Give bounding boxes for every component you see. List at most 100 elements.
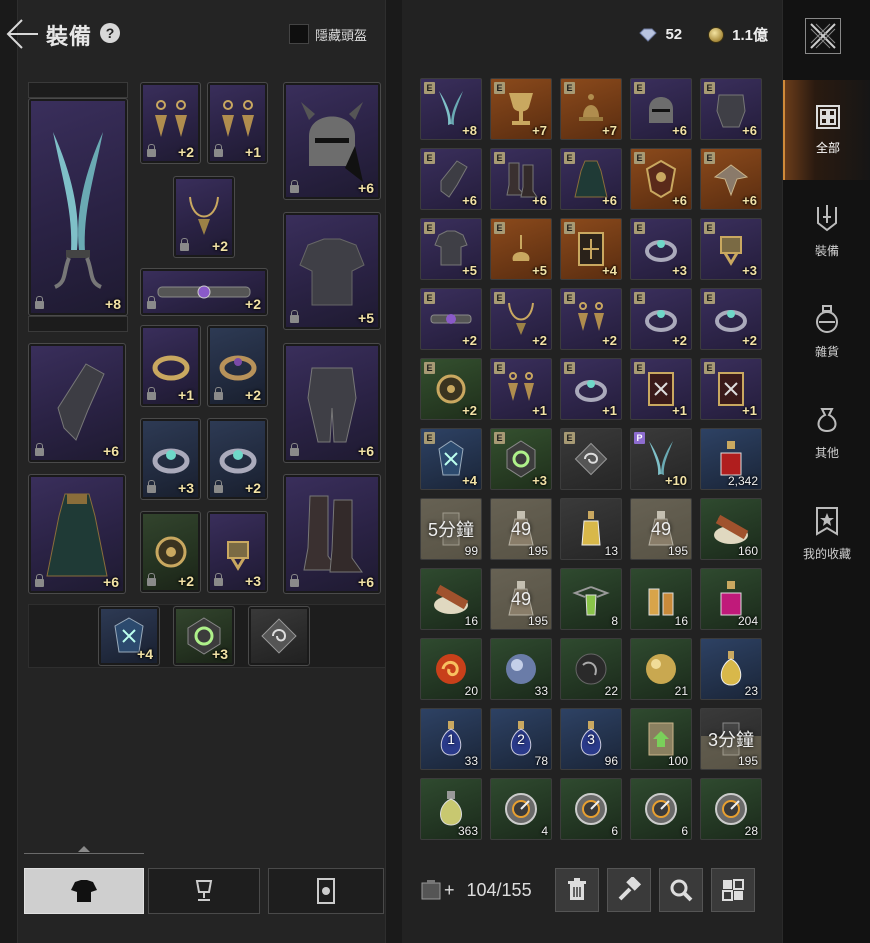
relic-slot-1[interactable]: +4 xyxy=(98,606,160,666)
inventory-slot[interactable]: E +6 xyxy=(560,148,622,210)
inventory-slot[interactable]: 16 xyxy=(420,568,482,630)
inventory-slot[interactable]: E +2 xyxy=(630,288,692,350)
rune-1-level: +2 xyxy=(178,573,194,589)
inventory-slot[interactable]: E +2 xyxy=(490,288,552,350)
inventory-slot[interactable]: E xyxy=(560,428,622,490)
inventory-slot[interactable]: E +8 xyxy=(420,78,482,140)
inventory-slot[interactable]: 4 xyxy=(490,778,552,840)
inventory-slot[interactable]: 23 xyxy=(700,638,762,700)
inventory-slot[interactable]: E +1 xyxy=(490,358,552,420)
inventory-slot[interactable]: E +6 xyxy=(420,148,482,210)
relic-slot-2[interactable]: +3 xyxy=(173,606,235,666)
inventory-slot[interactable]: 2 78 xyxy=(490,708,552,770)
inventory-slot[interactable]: E +5 xyxy=(490,218,552,280)
inventory-slot[interactable]: 28 xyxy=(700,778,762,840)
inventory-slot[interactable]: E +3 xyxy=(630,218,692,280)
boots-slot[interactable]: +6 xyxy=(283,474,381,594)
nav-item-1[interactable]: 裝備 xyxy=(783,181,870,281)
inventory-slot[interactable]: 20 xyxy=(420,638,482,700)
inventory-slot[interactable]: 160 xyxy=(700,498,762,560)
rune-slot-1[interactable]: +2 xyxy=(140,511,201,593)
inventory-slot[interactable]: E +2 xyxy=(560,288,622,350)
page-title: 裝備 xyxy=(46,24,93,49)
inventory-slot[interactable]: 1 33 xyxy=(420,708,482,770)
ring-slot-3[interactable]: +3 xyxy=(140,418,201,500)
inventory-slot[interactable]: 6 xyxy=(560,778,622,840)
hide-helmet-toggle[interactable]: 隱藏頭盔 xyxy=(289,24,367,44)
diamond-icon xyxy=(639,28,658,42)
delete-button[interactable] xyxy=(555,868,599,912)
inventory-slot[interactable]: E +1 xyxy=(630,358,692,420)
earring-left-slot[interactable]: +2 xyxy=(140,82,201,164)
inventory-slot[interactable]: E +6 xyxy=(700,148,762,210)
inventory-slot[interactable]: E +2 xyxy=(700,288,762,350)
inventory-slot[interactable]: 21 xyxy=(630,638,692,700)
nav-item-0[interactable]: 全部 xyxy=(783,80,870,180)
tab-cards[interactable] xyxy=(268,868,384,914)
nav-item-3[interactable]: 其他 xyxy=(783,383,870,483)
inventory-slot[interactable]: E +7 xyxy=(560,78,622,140)
inventory-slot[interactable]: E +2 xyxy=(420,288,482,350)
inventory-slot[interactable]: E +6 xyxy=(630,78,692,140)
inventory-slot[interactable]: E +6 xyxy=(700,78,762,140)
helmet-slot[interactable]: +6 xyxy=(283,82,381,200)
inventory-slot[interactable]: E +1 xyxy=(560,358,622,420)
relic-slot-3[interactable] xyxy=(248,606,310,666)
inventory-slot[interactable]: 8 xyxy=(560,568,622,630)
pot-icon xyxy=(814,304,840,339)
nav-item-2[interactable]: 雜貨 xyxy=(783,282,870,382)
equipped-badge: E xyxy=(634,292,645,304)
inventory-slot[interactable]: 2,342 xyxy=(700,428,762,490)
ring-slot-2[interactable]: +2 xyxy=(207,325,268,407)
inventory-slot[interactable]: E +2 xyxy=(420,358,482,420)
ring-slot-4[interactable]: +2 xyxy=(207,418,268,500)
inventory-slot[interactable]: 204 xyxy=(700,568,762,630)
close-button[interactable] xyxy=(805,18,841,54)
bag-capacity[interactable]: + 104/155 xyxy=(420,879,532,901)
back-button[interactable] xyxy=(2,14,42,54)
inventory-slot[interactable]: 49 195 xyxy=(490,498,552,560)
inventory-slot[interactable]: 33 xyxy=(490,638,552,700)
inventory-slot[interactable]: E +4 xyxy=(420,428,482,490)
inventory-slot[interactable]: 49 195 xyxy=(630,498,692,560)
inventory-slot[interactable]: 16 xyxy=(630,568,692,630)
sort-button[interactable] xyxy=(711,868,755,912)
belt-slot[interactable]: +2 xyxy=(140,268,268,316)
inventory-slot[interactable]: 5分鐘 99 xyxy=(420,498,482,560)
inventory-slot[interactable]: 22 xyxy=(560,638,622,700)
legs-slot[interactable]: +6 xyxy=(283,343,381,463)
cloak-slot[interactable]: +6 xyxy=(28,474,126,594)
tab-armor-set[interactable] xyxy=(24,868,144,914)
inventory-slot[interactable]: 100 xyxy=(630,708,692,770)
search-button[interactable] xyxy=(659,868,703,912)
inventory-slot[interactable]: E +3 xyxy=(490,428,552,490)
necklace-slot[interactable]: +2 xyxy=(173,176,235,258)
inventory-slot[interactable]: E +7 xyxy=(490,78,552,140)
inventory-slot[interactable]: 6 xyxy=(630,778,692,840)
inventory-slot[interactable]: E +6 xyxy=(490,148,552,210)
inventory-slot[interactable]: 49 195 xyxy=(490,568,552,630)
nav-item-4[interactable]: 我的收藏 xyxy=(783,484,870,584)
inventory-slot[interactable]: P +10 xyxy=(630,428,692,490)
gloves-slot[interactable]: +6 xyxy=(28,343,126,463)
craft-button[interactable] xyxy=(607,868,651,912)
rune-slot-2[interactable]: +3 xyxy=(207,511,268,593)
weapon-slot[interactable]: +8 xyxy=(28,98,128,316)
hide-helmet-checkbox[interactable] xyxy=(289,24,309,44)
inventory-slot[interactable]: E +3 xyxy=(700,218,762,280)
lock-icon xyxy=(214,144,223,157)
inventory-slot[interactable]: E +4 xyxy=(560,218,622,280)
inventory-slot[interactable]: 3 96 xyxy=(560,708,622,770)
inventory-slot[interactable]: E +5 xyxy=(420,218,482,280)
inventory-slot[interactable]: 13 xyxy=(560,498,622,560)
tab-trophy[interactable] xyxy=(148,868,260,914)
inventory-slot[interactable]: E +6 xyxy=(630,148,692,210)
inventory-slot[interactable]: 363 xyxy=(420,778,482,840)
inventory-slot[interactable]: 3分鐘 195 xyxy=(700,708,762,770)
equipped-badge: E xyxy=(704,152,715,164)
armor-slot[interactable]: +5 xyxy=(283,212,381,330)
earring-right-slot[interactable]: +1 xyxy=(207,82,268,164)
ring-slot-1[interactable]: +1 xyxy=(140,325,201,407)
inventory-slot[interactable]: E +1 xyxy=(700,358,762,420)
help-icon[interactable]: ? xyxy=(100,23,120,43)
